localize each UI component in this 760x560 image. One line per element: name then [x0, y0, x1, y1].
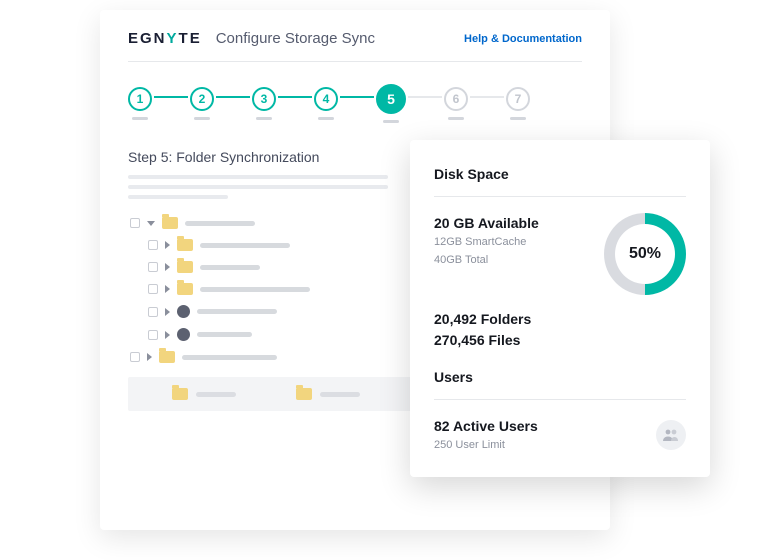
caret-right-icon[interactable]	[147, 353, 152, 361]
disk-stats-text: 20 GB Available 12GB SmartCache 40GB Tot…	[434, 213, 539, 269]
caret-right-icon[interactable]	[165, 331, 170, 339]
divider	[434, 399, 686, 400]
users-text: 82 Active Users 250 User Limit	[434, 416, 538, 455]
disk-space-heading: Disk Space	[434, 166, 686, 182]
divider	[434, 196, 686, 197]
item-name-placeholder	[320, 392, 360, 397]
checkbox[interactable]	[148, 240, 158, 250]
file-stats: 20,492 Folders 270,456 Files	[434, 309, 686, 351]
step-circle: 4	[314, 87, 338, 111]
checkbox[interactable]	[148, 262, 158, 272]
step-underline	[256, 117, 272, 120]
item-name-placeholder	[197, 309, 277, 314]
step-connector	[470, 96, 504, 98]
help-link[interactable]: Help & Documentation	[464, 33, 582, 45]
step-7[interactable]: 7	[506, 87, 530, 120]
folder-icon	[177, 239, 193, 251]
item-name-placeholder	[182, 355, 277, 360]
disk-stats-row: 20 GB Available 12GB SmartCache 40GB Tot…	[434, 213, 686, 295]
donut-percent: 50%	[615, 224, 675, 284]
step-underline	[194, 117, 210, 120]
step-5[interactable]: 5	[376, 84, 406, 123]
caret-down-icon[interactable]	[147, 221, 155, 226]
step-connector	[278, 96, 312, 98]
total-value: 40GB Total	[434, 252, 539, 270]
checkbox[interactable]	[130, 352, 140, 362]
step-1[interactable]: 1	[128, 87, 152, 120]
step-underline	[132, 117, 148, 120]
step-connector	[408, 96, 442, 98]
stepper: 1 2 3 4 5 6 7	[128, 84, 582, 123]
folder-icon	[296, 388, 312, 400]
step-3[interactable]: 3	[252, 87, 276, 120]
brand-logo: EGNYTE	[128, 30, 202, 47]
folder-icon	[159, 351, 175, 363]
user-limit-value: 250 User Limit	[434, 437, 538, 455]
step-6[interactable]: 6	[444, 87, 468, 120]
step-circle: 1	[128, 87, 152, 111]
users-icon	[656, 420, 686, 450]
item-name-placeholder	[185, 221, 255, 226]
header: EGNYTE Configure Storage Sync Help & Doc…	[128, 30, 582, 62]
step-circle: 2	[190, 87, 214, 111]
step-circle: 3	[252, 87, 276, 111]
folder-icon	[177, 261, 193, 273]
caret-right-icon[interactable]	[165, 263, 170, 271]
files-count: 270,456 Files	[434, 330, 686, 351]
folder-icon	[172, 388, 188, 400]
step-circle-active: 5	[376, 84, 406, 114]
folders-count: 20,492 Folders	[434, 309, 686, 330]
step-underline	[510, 117, 526, 120]
checkbox[interactable]	[148, 330, 158, 340]
step-underline	[448, 117, 464, 120]
item-name-placeholder	[196, 392, 236, 397]
step-circle: 6	[444, 87, 468, 111]
usage-donut-chart: 50%	[604, 213, 686, 295]
step-4[interactable]: 4	[314, 87, 338, 120]
item-name-placeholder	[200, 287, 310, 292]
checkbox[interactable]	[148, 307, 158, 317]
caret-right-icon[interactable]	[165, 241, 170, 249]
step-connector	[340, 96, 374, 98]
users-heading: Users	[434, 369, 686, 385]
step-underline	[383, 120, 399, 123]
users-row: 82 Active Users 250 User Limit	[434, 416, 686, 455]
step-2[interactable]: 2	[190, 87, 214, 120]
checkbox[interactable]	[148, 284, 158, 294]
file-icon	[177, 328, 190, 341]
item-name-placeholder	[200, 243, 290, 248]
step-connector	[154, 96, 188, 98]
smartcache-value: 12GB SmartCache	[434, 234, 539, 252]
item-name-placeholder	[200, 265, 260, 270]
active-users-value: 82 Active Users	[434, 416, 538, 437]
item-name-placeholder	[197, 332, 252, 337]
caret-right-icon[interactable]	[165, 308, 170, 316]
file-icon	[177, 305, 190, 318]
folder-icon	[162, 217, 178, 229]
step-underline	[318, 117, 334, 120]
header-left: EGNYTE Configure Storage Sync	[128, 30, 375, 47]
step-circle: 7	[506, 87, 530, 111]
step-connector	[216, 96, 250, 98]
page-title: Configure Storage Sync	[216, 30, 375, 47]
checkbox[interactable]	[130, 218, 140, 228]
stats-card: Disk Space 20 GB Available 12GB SmartCac…	[410, 140, 710, 477]
folder-icon	[177, 283, 193, 295]
caret-right-icon[interactable]	[165, 285, 170, 293]
available-value: 20 GB Available	[434, 213, 539, 234]
